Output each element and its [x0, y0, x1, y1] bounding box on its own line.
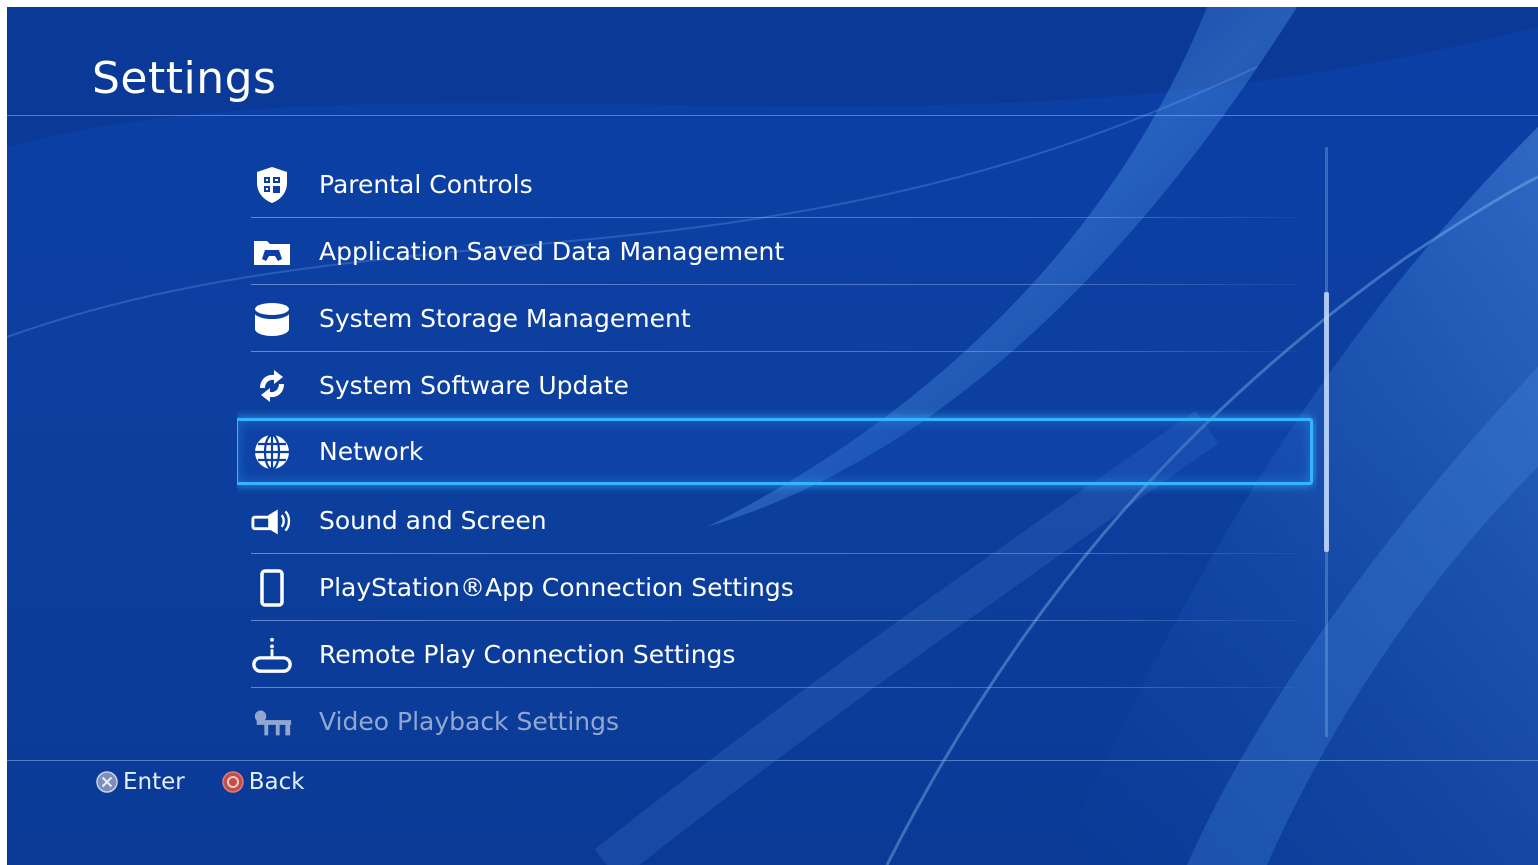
menu-item-system-software-update[interactable]: System Software Update — [237, 352, 1307, 419]
menu-item-system-storage[interactable]: System Storage Management — [237, 285, 1307, 352]
settings-menu-list: Parental Controls Application Saved Data… — [237, 144, 1317, 744]
menu-item-label: Network — [319, 437, 424, 466]
header-divider — [7, 115, 1538, 116]
footer-divider — [7, 760, 1538, 761]
cross-button-icon — [95, 770, 119, 794]
back-action[interactable]: Back — [221, 769, 305, 795]
sound-screen-icon — [251, 500, 293, 542]
globe-icon — [251, 431, 293, 473]
circle-button-icon — [221, 770, 245, 794]
menu-item-parental-controls[interactable]: Parental Controls — [237, 151, 1307, 218]
menu-item-label: PlayStation®App Connection Settings — [319, 573, 794, 602]
menu-item-label: Application Saved Data Management — [319, 237, 785, 266]
menu-item-label: Remote Play Connection Settings — [319, 640, 736, 669]
video-playback-icon — [251, 701, 293, 743]
saved-data-folder-icon — [251, 231, 293, 273]
parental-controls-shield-icon — [251, 164, 293, 206]
back-label: Back — [248, 769, 305, 795]
enter-label: Enter — [123, 769, 185, 795]
menu-item-label: System Storage Management — [319, 304, 691, 333]
page-title: Settings — [92, 53, 277, 104]
enter-action[interactable]: Enter — [95, 769, 185, 795]
settings-screen: Settings Parental Controls Application S… — [7, 7, 1538, 865]
menu-item-label: System Software Update — [319, 371, 629, 400]
menu-item-label: Sound and Screen — [319, 506, 547, 535]
button-guide: Enter Back — [95, 769, 305, 795]
menu-item-sound-and-screen[interactable]: Sound and Screen — [237, 487, 1307, 554]
menu-item-network[interactable]: Network — [237, 418, 1313, 485]
update-arrows-icon — [251, 365, 293, 407]
storage-cylinder-icon — [251, 298, 293, 340]
menu-item-video-playback[interactable]: Video Playback Settings — [237, 688, 1307, 744]
menu-item-label: Parental Controls — [319, 170, 533, 199]
scrollbar-thumb[interactable] — [1324, 292, 1329, 552]
menu-item-application-saved-data[interactable]: Application Saved Data Management — [237, 218, 1307, 285]
menu-item-label: Video Playback Settings — [319, 707, 620, 736]
remote-play-icon — [251, 634, 293, 676]
menu-item-remote-play-connection[interactable]: Remote Play Connection Settings — [237, 621, 1307, 688]
smartphone-icon — [251, 567, 293, 609]
menu-item-playstation-app-connection[interactable]: PlayStation®App Connection Settings — [237, 554, 1307, 621]
